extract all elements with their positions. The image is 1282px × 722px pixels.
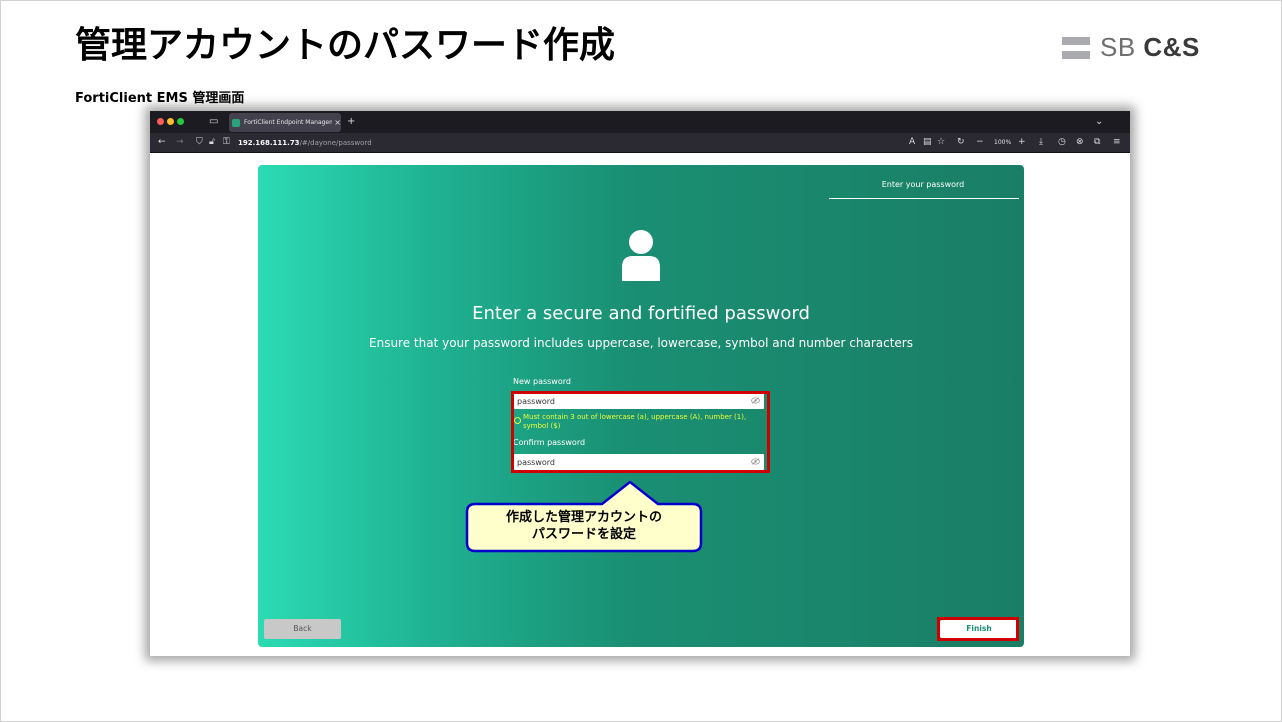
menu-hamburger-icon[interactable]: ≡: [1113, 138, 1121, 147]
page-subheading: Ensure that your password includes upper…: [369, 336, 913, 350]
shield-icon[interactable]: ⛉: [196, 138, 203, 147]
browser-tab-bar: ▭ FortiClient Endpoint Manageme × + ⌄: [150, 111, 1130, 133]
window-zoom-button[interactable]: [177, 118, 184, 125]
callout-text: 作成した管理アカウントの パスワードを設定: [468, 509, 700, 543]
window-minimize-button[interactable]: [167, 118, 174, 125]
back-arrow-icon[interactable]: ←: [158, 138, 166, 147]
lock-warning-icon[interactable]: 🔓︎: [209, 138, 215, 147]
tab-group-icon[interactable]: ▭: [209, 117, 218, 127]
new-tab-button[interactable]: +: [347, 117, 355, 127]
logo-bars-icon: [1062, 36, 1090, 59]
zoom-level[interactable]: 100%: [994, 139, 1011, 146]
history-clock-icon[interactable]: ◷: [1058, 138, 1066, 147]
window-close-button[interactable]: [157, 118, 164, 125]
forward-arrow-icon[interactable]: →: [176, 138, 184, 147]
forticlient-favicon-icon: [232, 118, 240, 127]
logo-text: SB C&S: [1100, 32, 1200, 62]
slide-subtitle: FortiClient EMS 管理画面: [75, 91, 245, 106]
download-icon[interactable]: ⤓: [1039, 138, 1043, 147]
bookmark-star-icon[interactable]: ☆: [937, 138, 945, 147]
back-button[interactable]: Back: [264, 619, 341, 639]
setup-wizard-panel: Enter your password Enter a secure and f…: [258, 165, 1024, 647]
callout-line-2: パスワードを設定: [531, 527, 636, 542]
reader-icon[interactable]: ▤: [923, 138, 932, 147]
password-fields-highlight: [511, 391, 770, 473]
zoom-out-icon[interactable]: −: [976, 138, 984, 147]
browser-window: ▭ FortiClient Endpoint Manageme × + ⌄ ← …: [150, 111, 1130, 656]
browser-toolbar: ← → ⛉ 🔓︎ ⚿ 192.168.111.73/#/dayone/passw…: [150, 133, 1130, 153]
key-icon[interactable]: ⚿: [223, 138, 230, 147]
tab-close-icon[interactable]: ×: [334, 118, 341, 127]
browser-tab-active[interactable]: FortiClient Endpoint Manageme ×: [229, 113, 341, 132]
extensions-puzzle-icon[interactable]: ⧉: [1094, 138, 1100, 147]
zoom-in-icon[interactable]: +: [1018, 138, 1026, 147]
reload-icon[interactable]: ↻: [957, 138, 965, 147]
finish-button-highlight: [937, 617, 1019, 641]
sbcs-logo: SB C&S: [1062, 32, 1200, 63]
slide-title: 管理アカウントのパスワード作成: [75, 25, 616, 66]
user-icon: [622, 230, 660, 281]
wizard-step-underline: [829, 198, 1019, 199]
new-password-label: New password: [513, 377, 571, 386]
extension-x-icon[interactable]: ⊗: [1076, 138, 1084, 147]
page-heading: Enter a secure and fortified password: [472, 303, 810, 324]
wizard-step-label: Enter your password: [881, 180, 965, 189]
tab-title: FortiClient Endpoint Manageme: [244, 119, 333, 126]
translate-icon[interactable]: A: [909, 138, 915, 147]
tab-list-chevron-icon[interactable]: ⌄: [1095, 117, 1103, 127]
url-field[interactable]: 192.168.111.73/#/dayone/password: [238, 139, 372, 147]
callout-line-1: 作成した管理アカウントの: [505, 510, 662, 525]
